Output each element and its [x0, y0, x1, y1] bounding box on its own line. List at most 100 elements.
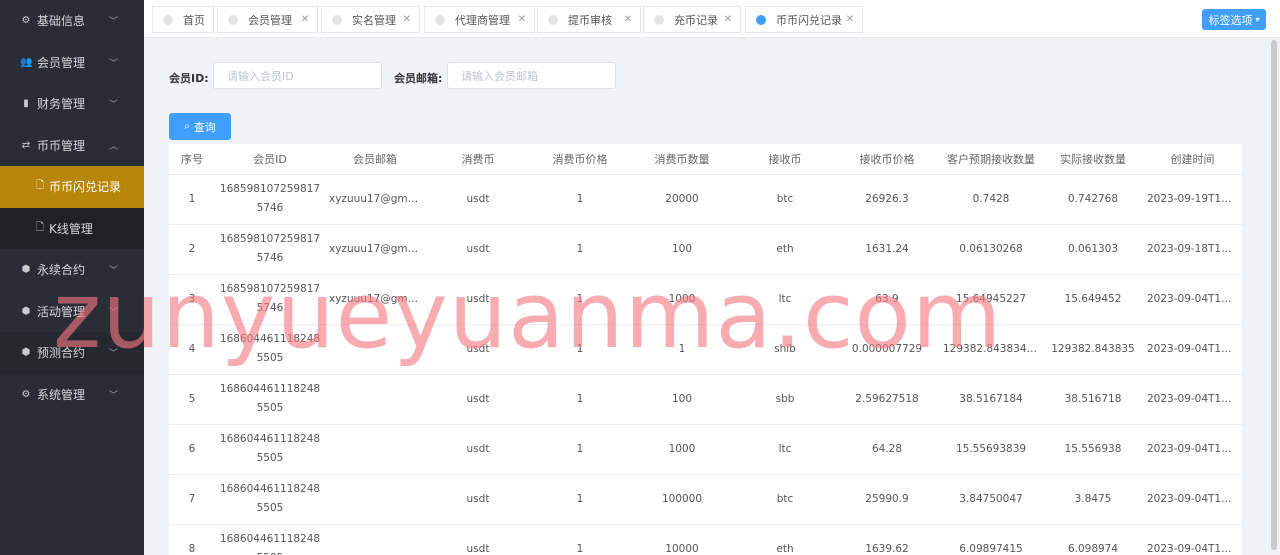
table-cell: usdt	[425, 374, 531, 425]
table-cell: 1631.24	[835, 224, 939, 275]
table-cell: 20000	[629, 174, 735, 225]
tab[interactable]: 提币审核 ✕	[537, 6, 641, 33]
member-email-input[interactable]: 请输入会员邮箱	[447, 62, 616, 89]
table-cell: 38.5167184	[939, 374, 1043, 425]
tab[interactable]: 会员管理 ✕	[217, 6, 318, 33]
close-icon[interactable]: ✕	[724, 14, 732, 25]
exchange-icon: ⇄	[21, 139, 31, 151]
tab[interactable]: 代理商管理 ✕	[424, 6, 535, 33]
tab[interactable]: 币币闪兑记录 ✕	[745, 6, 863, 33]
table-header-row: 序号 会员ID 会员邮箱 消费币 消费币价格 消费币数量 接收币 接收币价格 客户预期接收数量实…	[169, 144, 1242, 175]
sidebar-item-label: 永续合约	[37, 263, 86, 278]
sidebar-item[interactable]: ⬢ 活动管理 ﹀	[0, 291, 144, 333]
sidebar-item-label: 会员管理	[37, 55, 86, 70]
column-header: 消费币	[425, 144, 531, 175]
table-cell: 1685981072598175746	[215, 274, 325, 325]
table-cell: 1639.62	[835, 524, 939, 555]
table-cell: 1686044611182485505	[215, 474, 325, 525]
sidebar-item-label: K线管理	[49, 221, 93, 236]
search-icon: ⌕	[184, 121, 190, 132]
member-email-label: 会员邮箱:	[394, 72, 443, 85]
table-cell: 3.8475	[1043, 474, 1143, 525]
table-cell: 1	[531, 324, 629, 375]
table-body: 1 1685981072598175746 xyzuuu17@gma... usdt 1…	[169, 174, 1242, 555]
tab-status-dot	[332, 14, 342, 25]
column-header: 序号	[169, 144, 215, 175]
table-cell: 1686044611182485505	[215, 324, 325, 375]
document-icon: 🗋	[35, 221, 45, 233]
vertical-scrollbar[interactable]	[1270, 38, 1278, 555]
column-header: 消费币价格	[531, 144, 629, 175]
table-cell: 2023-09-04T16:...	[1143, 474, 1242, 525]
table-cell: 0.06130268	[939, 224, 1043, 275]
table-cell: 38.516718	[1043, 374, 1143, 425]
sidebar-item[interactable]: 🗋 K线管理	[0, 207, 144, 249]
sidebar-item-label: 基础信息	[37, 14, 86, 29]
query-button-label: 查询	[193, 120, 216, 134]
tab-status-dot	[228, 14, 238, 25]
table-cell: btc	[735, 474, 835, 525]
cube-icon: ⬢	[21, 347, 31, 359]
close-icon[interactable]: ✕	[846, 14, 854, 25]
tab[interactable]: 首页	[152, 6, 214, 33]
table-cell: 1685981072598175746	[215, 174, 325, 225]
table-cell: 129382.84383491	[939, 324, 1043, 375]
users-icon: 👥	[20, 56, 33, 68]
sidebar-item[interactable]: ⬢ 永续合约 ﹀	[0, 249, 144, 291]
query-button[interactable]: ⌕ 查询	[169, 113, 231, 140]
column-header: 会员邮箱	[325, 144, 425, 175]
table-cell	[325, 324, 425, 375]
table-cell: 6.09897415	[939, 524, 1043, 555]
table-cell: 2	[169, 224, 215, 275]
main-content: 会员ID: 请输入会员ID 会员邮箱: 请输入会员邮箱 ⌕ 查询 序号 会员ID 会…	[144, 38, 1270, 555]
tab-label: 实名管理	[352, 13, 396, 27]
table-cell: 6.098974	[1043, 524, 1143, 555]
column-header: 接收币	[735, 144, 835, 175]
table-cell: 1686044611182485505	[215, 524, 325, 555]
table-cell: 2023-09-04T16:...	[1143, 424, 1242, 475]
scrollbar-thumb[interactable]	[1271, 40, 1277, 550]
tab[interactable]: 实名管理 ✕	[321, 6, 420, 33]
table-cell: usdt	[425, 524, 531, 555]
sidebar-item[interactable]: ⬢ 预测合约 ﹀	[0, 332, 144, 374]
sidebar-item[interactable]: ⚙ 系统管理 ﹀	[0, 374, 144, 416]
member-id-input[interactable]: 请输入会员ID	[213, 62, 382, 89]
sidebar-item[interactable]: ⇄ 币币管理 ︿	[0, 125, 144, 167]
table-cell	[325, 524, 425, 555]
column-header: 创建时间	[1143, 144, 1242, 175]
table-cell: 2023-09-04T16:...	[1143, 324, 1242, 375]
table-cell: 1686044611182485505	[215, 374, 325, 425]
table-cell: 129382.843835	[1043, 324, 1143, 375]
tab-options-dropdown[interactable]: 标签选项 ▾	[1202, 9, 1266, 30]
table-cell: xyzuuu17@gma...	[325, 174, 425, 225]
table-cell: 25990.9	[835, 474, 939, 525]
sidebar-item-label: 币币管理	[37, 138, 86, 153]
tab-label: 提币审核	[568, 13, 612, 27]
table-cell: 1000	[629, 274, 735, 325]
sidebar-item[interactable]: ▮ 财务管理 ﹀	[0, 83, 144, 125]
sidebar-item[interactable]: ⚙ 基础信息 ﹀	[0, 0, 144, 42]
table-cell: 10000	[629, 524, 735, 555]
sidebar-item[interactable]: 🗋 币币闪兑记录	[0, 166, 144, 208]
table-row: 2 1685981072598175746 xyzuuu17@gma... usdt 1…	[169, 224, 1242, 275]
close-icon[interactable]: ✕	[624, 14, 632, 25]
chevron-down-icon: ﹀	[108, 100, 118, 111]
table-cell	[325, 374, 425, 425]
tab-status-dot	[435, 14, 445, 25]
tab-label: 首页	[183, 13, 205, 27]
close-icon[interactable]: ✕	[518, 14, 526, 25]
member-id-label: 会员ID:	[169, 72, 209, 85]
table-row: 5 1686044611182485505 usdt 1 100 sbb 2.5962751…	[169, 374, 1242, 425]
tab[interactable]: 充币记录 ✕	[643, 6, 741, 33]
table-cell: 5	[169, 374, 215, 425]
table-cell	[325, 474, 425, 525]
table-row: 7 1686044611182485505 usdt 1 100000 btc 25990.…	[169, 474, 1242, 525]
chevron-up-icon: ︿	[108, 141, 118, 152]
table-cell: 2023-09-04T19:...	[1143, 274, 1242, 325]
close-icon[interactable]: ✕	[301, 14, 309, 25]
table-cell: 8	[169, 524, 215, 555]
gear-icon: ⚙	[21, 15, 31, 27]
sidebar-item[interactable]: 👥 会员管理 ﹀	[0, 42, 144, 84]
close-icon[interactable]: ✕	[403, 14, 411, 25]
sidebar-item-label: 活动管理	[37, 304, 86, 319]
